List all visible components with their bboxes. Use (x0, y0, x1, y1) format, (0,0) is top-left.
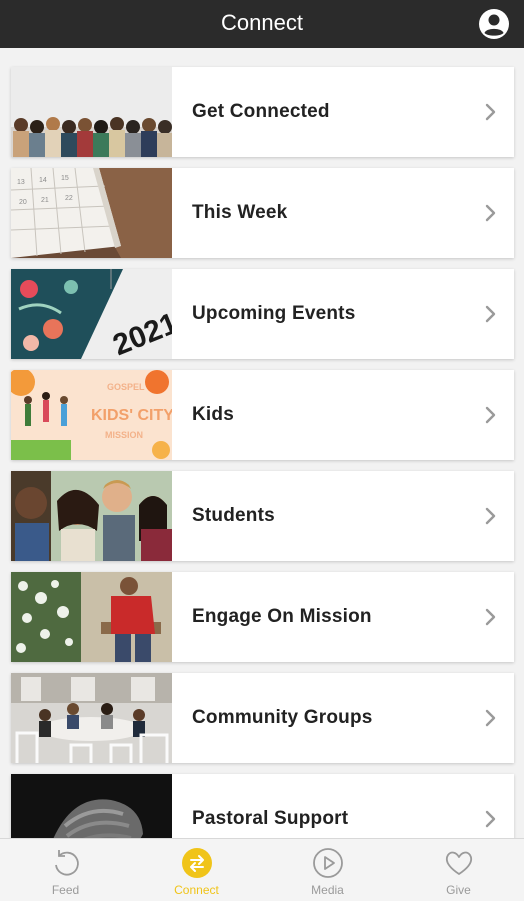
tab-label: Media (311, 883, 344, 897)
svg-text:14: 14 (39, 177, 47, 184)
chevron-right-icon (484, 709, 498, 727)
list-item-label: Students (192, 505, 275, 526)
list-item-label: Kids (192, 404, 234, 425)
list-item-kids[interactable]: GOSPEL KIDS' CITY MISSION Kids (11, 370, 514, 460)
tab-feed[interactable]: Feed (0, 839, 131, 901)
people-audience-photo (11, 67, 172, 157)
chevron-right-icon (484, 608, 498, 626)
list-item-students[interactable]: Students (11, 471, 514, 561)
list-item-upcoming-events[interactable]: 2021 Upcoming Events (11, 269, 514, 359)
list-item-label: This Week (192, 202, 288, 223)
list-item-community-groups[interactable]: Community Groups (11, 673, 514, 763)
tab-label: Feed (51, 883, 80, 897)
list-item-get-connected[interactable]: Get Connected (11, 67, 514, 157)
mission-work-photo (11, 572, 172, 662)
list-item-label: Get Connected (192, 101, 330, 122)
connect-arrows-icon (181, 847, 213, 879)
list-item-this-week[interactable]: 13 14 15 20 21 22 This Week (11, 168, 514, 258)
calendar-2021-photo: 2021 (11, 269, 172, 359)
svg-text:20: 20 (19, 199, 27, 206)
chevron-right-icon (484, 810, 498, 828)
students-group-photo (11, 471, 172, 561)
play-icon (312, 847, 344, 879)
feed-refresh-icon (50, 847, 82, 879)
profile-icon[interactable] (478, 8, 510, 40)
list-item-label: Community Groups (192, 707, 373, 728)
tab-label: Give (446, 883, 471, 897)
chevron-right-icon (484, 204, 498, 222)
page-title: Connect (221, 10, 303, 35)
heart-icon (443, 847, 475, 879)
list-item-label: Pastoral Support (192, 808, 349, 829)
svg-text:22: 22 (65, 195, 73, 202)
svg-text:13: 13 (17, 179, 25, 186)
praying-hands-photo (11, 774, 172, 838)
calendar-photo: 13 14 15 20 21 22 (11, 168, 172, 258)
kids-mission-text: MISSION (105, 430, 143, 440)
svg-text:21: 21 (41, 197, 49, 204)
kids-city-mission-graphic: GOSPEL KIDS' CITY MISSION (11, 370, 172, 460)
chevron-right-icon (484, 103, 498, 121)
chevron-right-icon (484, 305, 498, 323)
tab-media[interactable]: Media (262, 839, 393, 901)
svg-text:15: 15 (61, 175, 69, 182)
connect-list[interactable]: Get Connected 13 14 15 20 21 22 This Wee… (0, 48, 524, 838)
tab-label: Connect (174, 883, 219, 897)
tab-give[interactable]: Give (393, 839, 524, 901)
group-meeting-photo (11, 673, 172, 763)
list-item-engage-on-mission[interactable]: Engage On Mission (11, 572, 514, 662)
kids-city-text: KIDS' CITY (91, 407, 172, 424)
list-item-label: Upcoming Events (192, 303, 356, 324)
list-item-label: Engage On Mission (192, 606, 372, 627)
tab-connect[interactable]: Connect (131, 839, 262, 901)
kids-gospel-text: GOSPEL (107, 382, 145, 392)
list-item-pastoral-support[interactable]: Pastoral Support (11, 774, 514, 838)
chevron-right-icon (484, 507, 498, 525)
bottom-tab-bar: Feed Connect Media Give (0, 838, 524, 901)
chevron-right-icon (484, 406, 498, 424)
top-bar: Connect (0, 0, 524, 48)
